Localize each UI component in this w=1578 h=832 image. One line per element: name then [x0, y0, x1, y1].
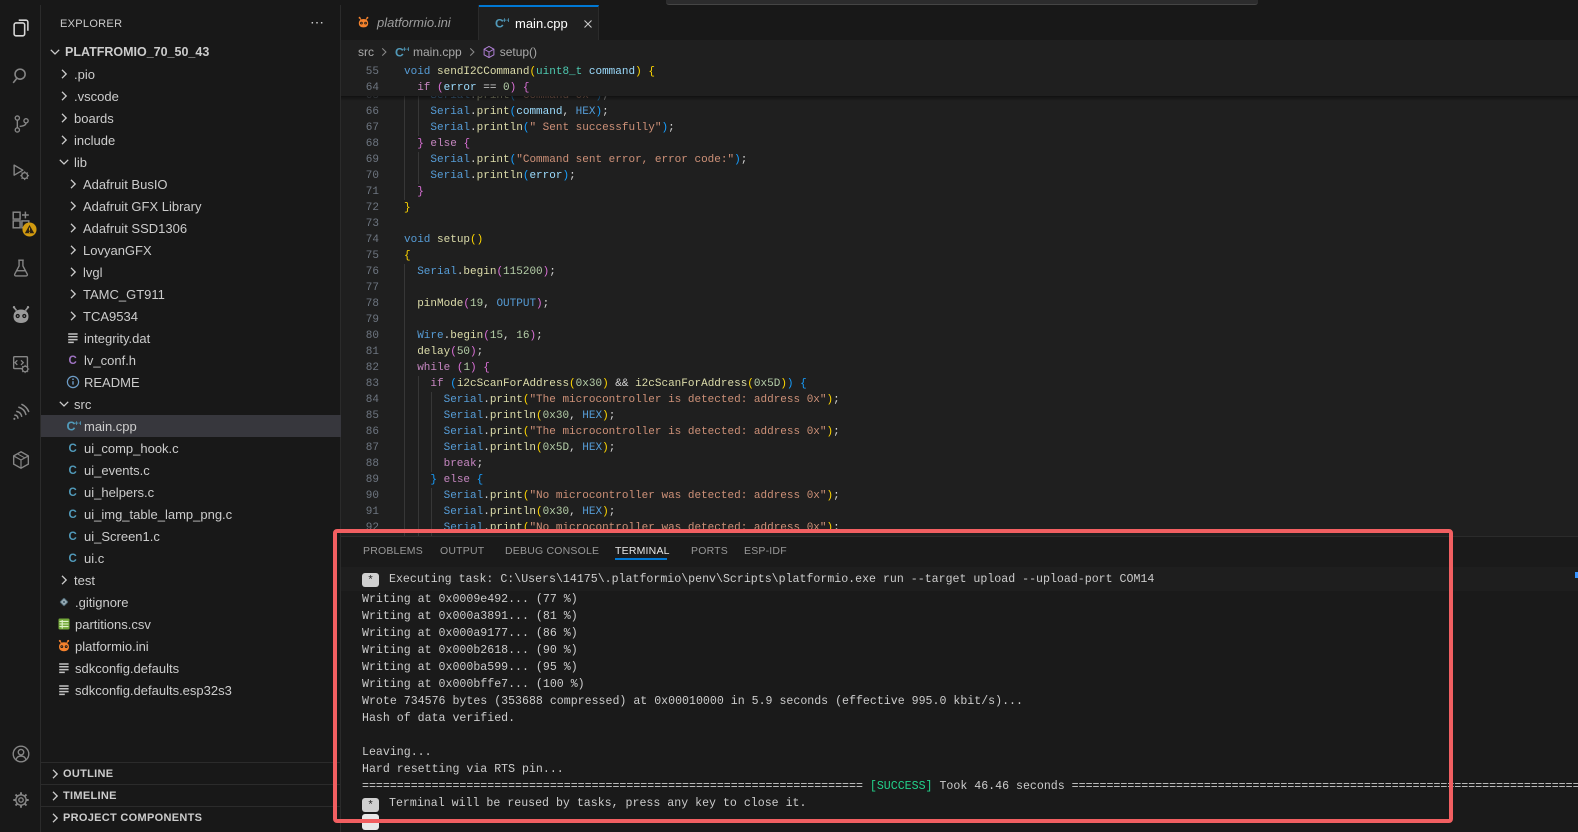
svg-text:++: ++ — [502, 18, 509, 25]
svg-text:++: ++ — [402, 46, 409, 53]
svg-text:C: C — [69, 487, 77, 499]
svg-text:C: C — [69, 531, 77, 543]
svg-text:++: ++ — [75, 421, 82, 428]
svg-text:C: C — [69, 465, 77, 477]
svg-text:C: C — [69, 509, 77, 521]
svg-text:C: C — [69, 553, 77, 565]
svg-text:C: C — [69, 443, 77, 455]
svg-text:C: C — [69, 355, 77, 367]
